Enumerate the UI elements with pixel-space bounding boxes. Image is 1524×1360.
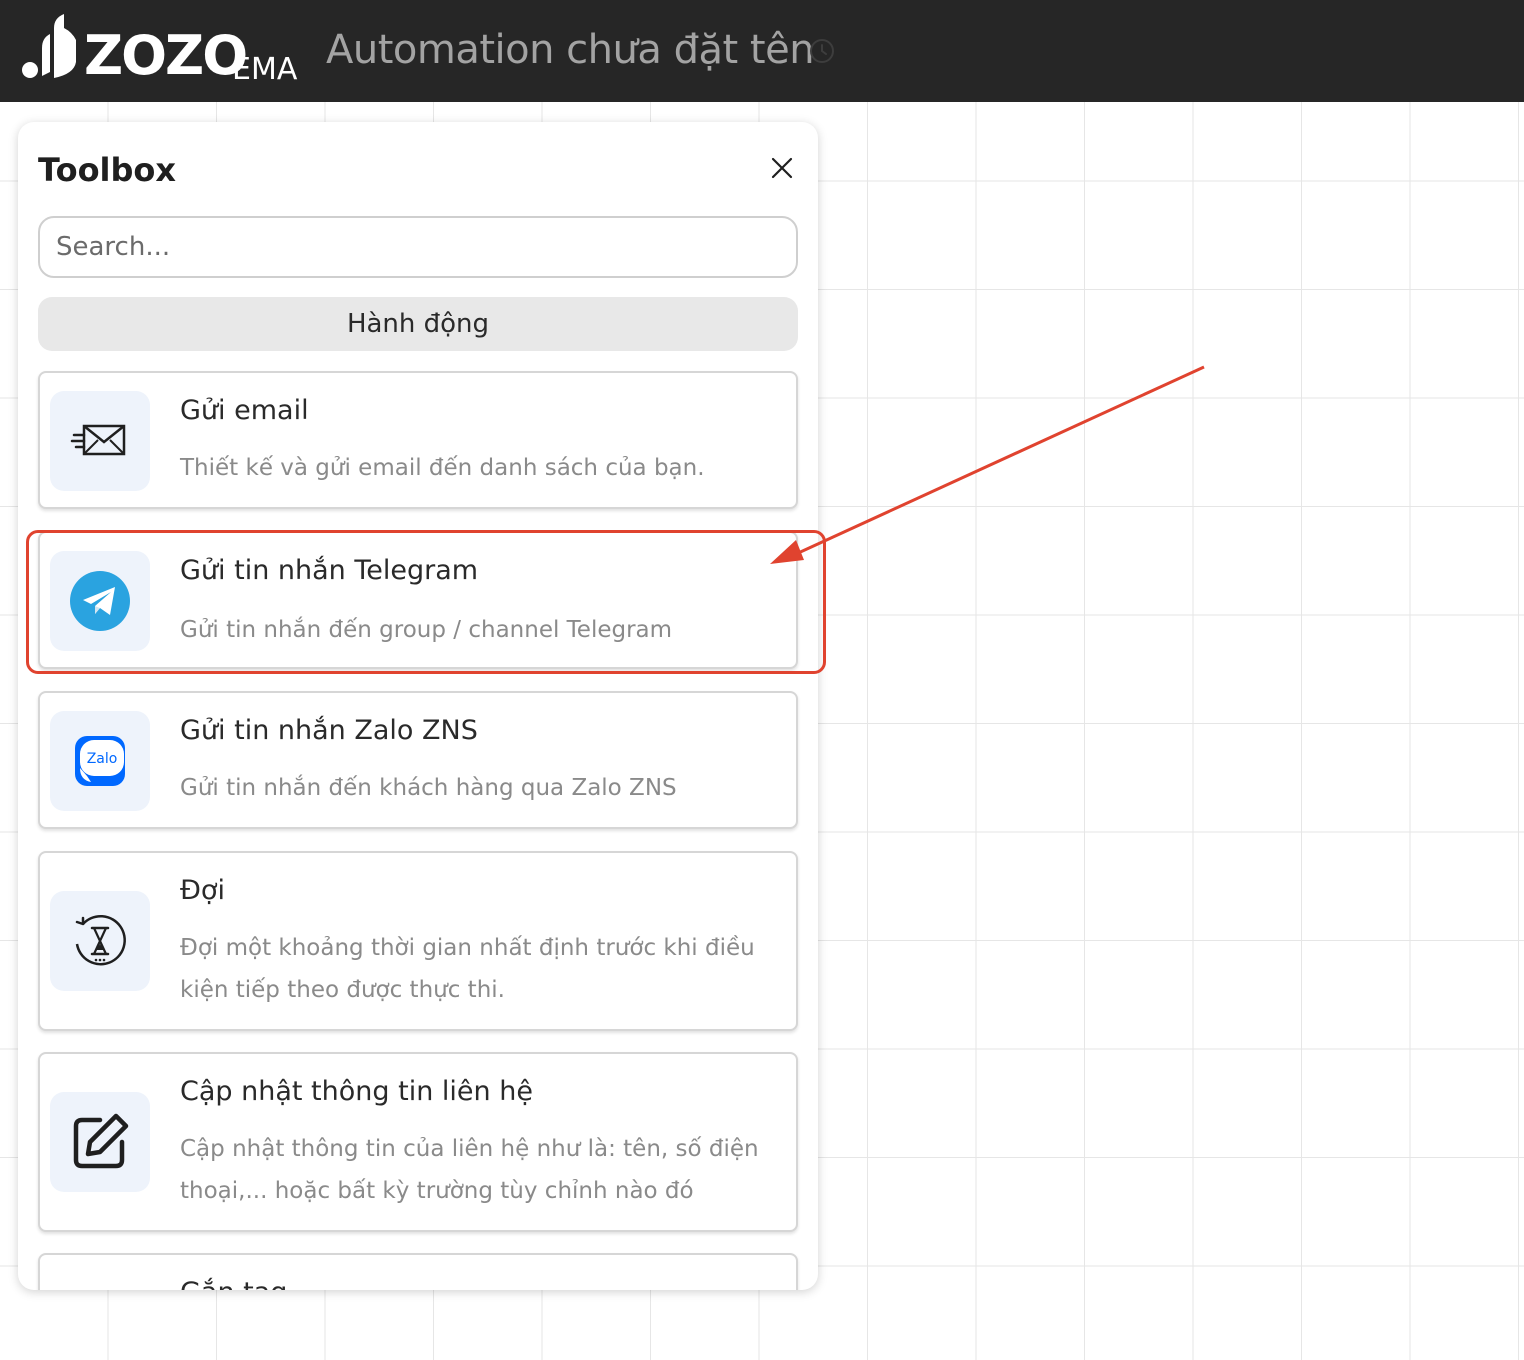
item-title: Cập nhật thông tin liên hệ — [180, 1076, 533, 1107]
logo-text: ZOZO — [84, 24, 248, 87]
zalo-icon-label: Zalo — [87, 751, 118, 767]
send-email-icon — [70, 424, 126, 456]
item-description: Thiết kế và gửi email đến danh sách của … — [180, 455, 705, 481]
zozo-logo-mark-icon — [22, 14, 76, 78]
toolbox-item-wait[interactable]: Đợi Đợi một khoảng thời gian nhất định t… — [38, 851, 798, 1031]
item-title: Đợi — [180, 875, 225, 906]
category-header-actions[interactable]: Hành động — [38, 297, 798, 351]
toolbox-panel: Toolbox Hành động Gửi email Thiết kế và … — [18, 122, 818, 1290]
hourglass-timer-icon — [75, 914, 126, 966]
toolbox-item-add-tag[interactable]: Gắn tag — [38, 1253, 798, 1290]
logo-subtext: EMA — [232, 52, 298, 87]
card-icon-bg — [50, 551, 150, 651]
item-description: Gửi tin nhắn đến khách hàng qua Zalo ZNS — [180, 775, 677, 801]
item-description: Cập nhật thông tin của liên hệ như là: t… — [180, 1136, 759, 1204]
toolbox-title: Toolbox — [38, 151, 177, 189]
item-title: Gửi tin nhắn Zalo ZNS — [180, 715, 478, 746]
toolbox-item-zalo-zns[interactable]: Zalo Gửi tin nhắn Zalo ZNS Gửi tin nhắn … — [38, 691, 798, 829]
item-description: Đợi một khoảng thời gian nhất định trước… — [180, 935, 755, 1003]
telegram-icon — [70, 571, 130, 631]
search-input[interactable] — [38, 216, 798, 278]
item-title: Gửi email — [180, 395, 309, 426]
zalo-icon: Zalo — [75, 736, 125, 786]
item-title: Gửi tin nhắn Telegram — [180, 555, 479, 586]
card-icon-bg — [50, 891, 150, 991]
item-description: Gửi tin nhắn đến group / channel Telegra… — [180, 617, 673, 643]
top-bar: ZOZO EMA Automation chưa đặt tên — [0, 0, 1524, 102]
card-icon-bg — [50, 391, 150, 491]
item-title: Gắn tag — [180, 1273, 287, 1290]
history-icon[interactable] — [808, 37, 836, 65]
automation-title[interactable]: Automation chưa đặt tên — [326, 24, 815, 76]
close-icon[interactable] — [768, 154, 796, 182]
card-icon-bg: Zalo — [50, 711, 150, 811]
toolbox-item-update-contact[interactable]: Cập nhật thông tin liên hệ Cập nhật thôn… — [38, 1052, 798, 1232]
toolbox-item-telegram[interactable]: Gửi tin nhắn Telegram Gửi tin nhắn đến g… — [38, 531, 798, 669]
edit-icon — [73, 1113, 129, 1169]
card-icon-bg — [50, 1092, 150, 1192]
toolbox-item-send-email[interactable]: Gửi email Thiết kế và gửi email đến danh… — [38, 371, 798, 509]
